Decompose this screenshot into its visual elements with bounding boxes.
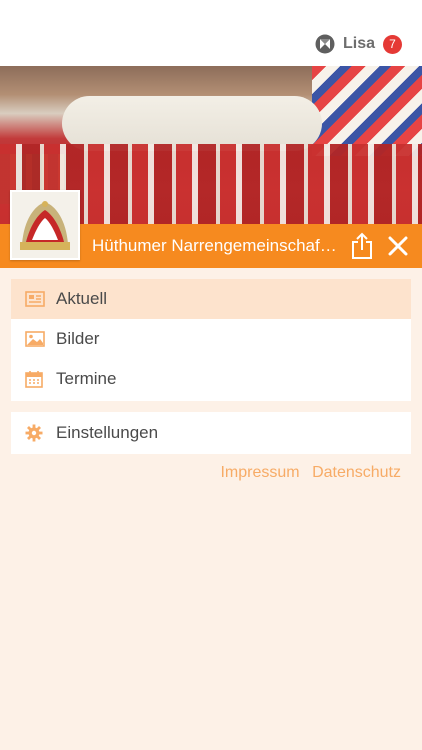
primary-menu: Aktuell Bilder Termine [11, 279, 411, 401]
menu-item-bilder[interactable]: Bilder [11, 319, 411, 359]
share-icon[interactable] [350, 232, 374, 260]
notification-badge[interactable]: 7 [383, 34, 402, 54]
user-profile[interactable]: Lisa 7 [315, 33, 402, 55]
menu-item-label: Einstellungen [56, 423, 159, 442]
club-avatar [10, 190, 80, 260]
menu-item-label: Termine [56, 369, 117, 388]
menu-item-aktuell[interactable]: Aktuell [11, 279, 411, 319]
close-icon[interactable] [386, 234, 410, 258]
impressum-link[interactable]: Impressum [220, 464, 299, 481]
gear-icon [25, 424, 43, 442]
app-logo-icon [315, 34, 335, 54]
menu-item-termine[interactable]: Termine [11, 359, 411, 399]
calendar-icon [25, 371, 43, 388]
user-name: Lisa [342, 35, 375, 52]
menu-item-einstellungen[interactable]: Einstellungen [11, 412, 411, 454]
secondary-menu: Einstellungen [11, 412, 411, 454]
top-bar: Lisa 7 [0, 0, 422, 66]
news-icon [25, 291, 45, 307]
image-icon [25, 331, 45, 347]
menu-item-label: Aktuell [56, 289, 108, 308]
footer-links: Impressum Datenschutz [212, 464, 401, 482]
club-name[interactable]: Hüthumer Narrengemeinschaf… [92, 224, 344, 268]
menu-item-label: Bilder [56, 329, 100, 348]
datenschutz-link[interactable]: Datenschutz [312, 464, 401, 481]
